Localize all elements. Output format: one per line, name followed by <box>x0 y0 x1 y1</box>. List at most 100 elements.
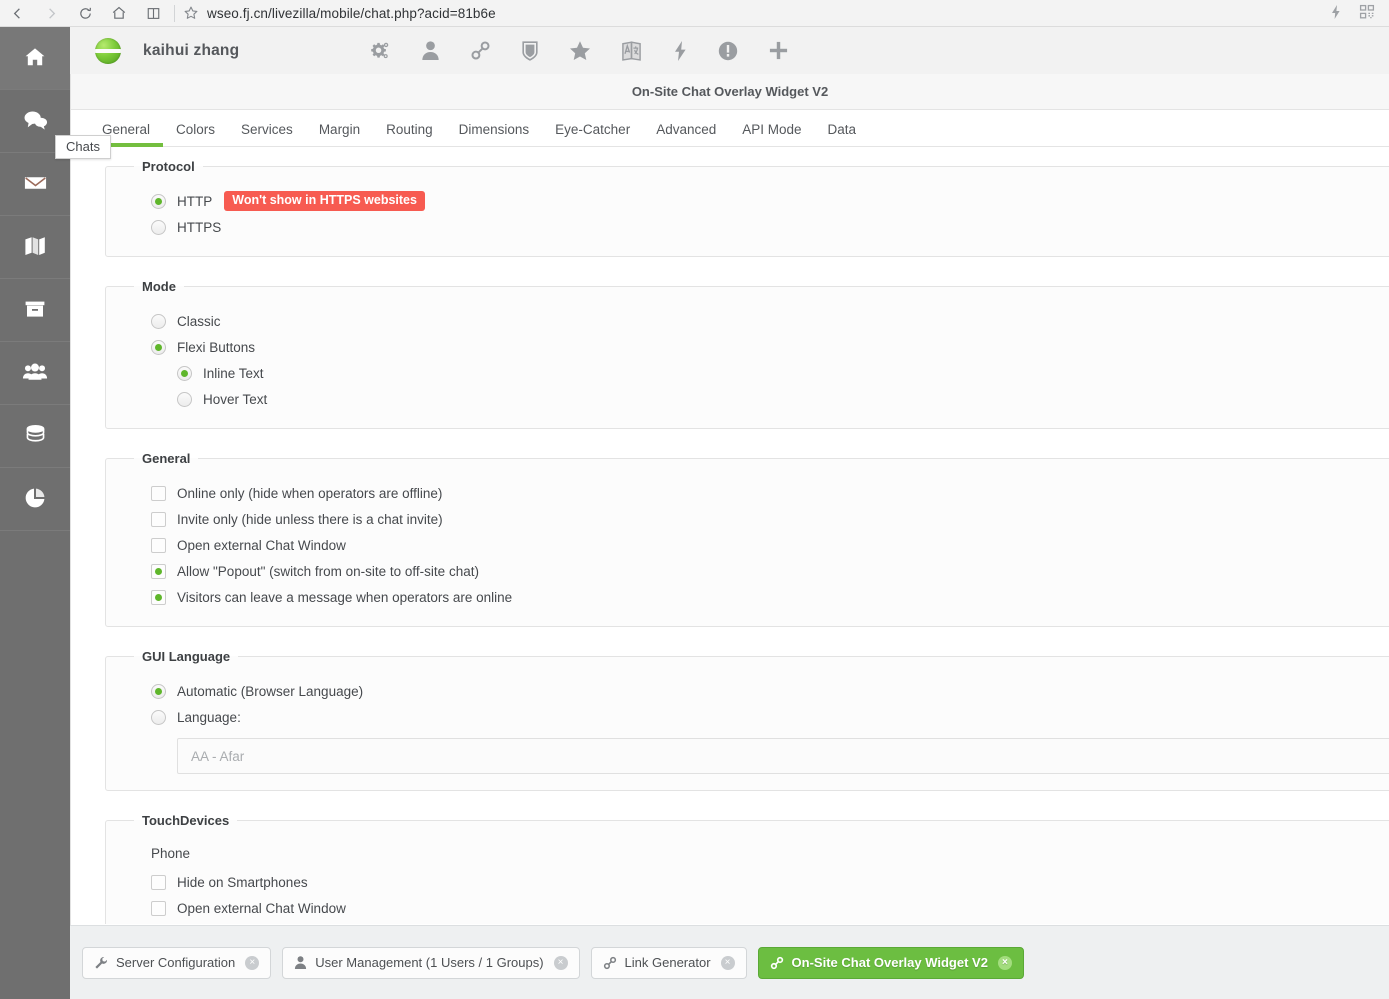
lightning-icon[interactable] <box>1329 4 1343 23</box>
settings-scroll-area[interactable]: Protocol HTTP Won't show in HTTPS websit… <box>71 147 1389 924</box>
checkbox-touch-open-external-chat-window[interactable] <box>151 900 166 916</box>
browser-reading-list-button[interactable] <box>136 0 170 27</box>
left-sidebar <box>0 27 70 999</box>
radio-classic[interactable] <box>151 313 166 329</box>
taskbar-item-label: Link Generator <box>624 955 711 970</box>
mode-option-hover-text-label: Hover Text <box>203 391 268 407</box>
protocol-option-https[interactable]: HTTPS <box>151 214 1389 240</box>
taskbar-close-icon[interactable]: × <box>720 955 735 970</box>
qr-code-icon[interactable] <box>1359 4 1375 23</box>
browser-forward-button[interactable] <box>34 0 68 27</box>
taskbar-close-icon[interactable]: × <box>997 955 1012 970</box>
content-panel: On-Site Chat Overlay Widget V2 General C… <box>70 74 1389 925</box>
settings-gears-icon[interactable] <box>369 40 391 62</box>
touch-option-hide-on-smartphones[interactable]: Hide on Smartphones <box>151 869 1389 895</box>
tab-routing[interactable]: Routing <box>373 122 446 147</box>
app-top-bar: kaihui zhang <box>70 27 1389 74</box>
tab-api-mode[interactable]: API Mode <box>729 122 814 147</box>
checkbox-hide-on-smartphones[interactable] <box>151 874 166 890</box>
general-fieldset: General Online only (hide when operators… <box>105 451 1389 627</box>
mode-option-classic[interactable]: Classic <box>151 308 1389 334</box>
tab-eye-catcher[interactable]: Eye-Catcher <box>542 122 643 147</box>
general-option-open-external-chat-window[interactable]: Open external Chat Window <box>151 532 1389 558</box>
sidebar-item-reports[interactable] <box>0 468 70 531</box>
toolbar-divider <box>174 4 175 22</box>
radio-manual-language[interactable] <box>151 709 166 725</box>
taskbar-item-link-generator[interactable]: Link Generator × <box>590 946 747 979</box>
general-option-open-external-chat-window-label: Open external Chat Window <box>177 537 346 553</box>
tabstrip: General Colors Services Margin Routing D… <box>71 110 1389 147</box>
radio-inline-text[interactable] <box>177 365 192 381</box>
general-option-leave-message[interactable]: Visitors can leave a message when operat… <box>151 584 1389 610</box>
pie-chart-icon <box>23 486 47 513</box>
protocol-legend: Protocol <box>142 159 195 174</box>
sidebar-item-visitors[interactable] <box>0 342 70 405</box>
checkbox-online-only[interactable] <box>151 485 166 501</box>
radio-http[interactable] <box>151 193 166 209</box>
radio-hover-text[interactable] <box>177 391 192 407</box>
sidebar-item-home[interactable] <box>0 27 70 90</box>
shield-icon[interactable] <box>521 40 539 62</box>
sidebar-item-archive[interactable] <box>0 279 70 342</box>
radio-flexi-buttons[interactable] <box>151 339 166 355</box>
touch-option-open-external-chat-window[interactable]: Open external Chat Window <box>151 895 1389 921</box>
mode-option-hover-text[interactable]: Hover Text <box>151 386 1389 412</box>
bookmark-star-icon[interactable] <box>183 5 199 21</box>
tab-services[interactable]: Services <box>228 122 306 147</box>
info-circle-icon[interactable] <box>718 41 738 61</box>
general-option-leave-message-label: Visitors can leave a message when operat… <box>177 589 513 605</box>
tab-colors[interactable]: Colors <box>163 122 228 147</box>
protocol-option-http[interactable]: HTTP Won't show in HTTPS websites <box>151 188 1389 214</box>
translate-icon[interactable] <box>621 40 642 62</box>
lightning-icon[interactable] <box>672 40 688 62</box>
radio-https[interactable] <box>151 219 166 235</box>
link-chain-icon[interactable] <box>470 40 491 61</box>
checkbox-invite-only[interactable] <box>151 511 166 527</box>
checkbox-open-external-chat-window[interactable] <box>151 537 166 553</box>
taskbar-close-icon[interactable]: × <box>553 955 568 970</box>
checkbox-leave-message[interactable] <box>151 589 166 605</box>
browser-right-icons <box>1329 4 1389 23</box>
taskbar-close-icon[interactable]: × <box>245 955 260 970</box>
language-select[interactable]: AA - Afar <box>177 738 1389 774</box>
tab-dimensions[interactable]: Dimensions <box>446 122 543 147</box>
sidebar-item-database[interactable] <box>0 405 70 468</box>
mode-option-inline-text[interactable]: Inline Text <box>151 360 1389 386</box>
tab-advanced[interactable]: Advanced <box>643 122 729 147</box>
touch-devices-fieldset: TouchDevices Phone Hide on Smartphones O… <box>105 813 1389 924</box>
https-warning-badge: Won't show in HTTPS websites <box>224 191 425 211</box>
database-icon <box>24 423 47 450</box>
user-icon[interactable] <box>421 40 440 61</box>
envelope-icon <box>23 171 48 198</box>
checkbox-allow-popout[interactable] <box>151 563 166 579</box>
gui-language-option-manual-label: Language: <box>177 709 241 725</box>
general-option-allow-popout[interactable]: Allow "Popout" (switch from on-site to o… <box>151 558 1389 584</box>
users-group-icon <box>22 360 48 387</box>
taskbar-item-on-site-chat-overlay-widget[interactable]: On-Site Chat Overlay Widget V2 × <box>757 946 1024 979</box>
wrench-icon <box>94 956 108 970</box>
gui-language-option-manual[interactable]: Language: <box>151 704 1389 730</box>
home-icon <box>23 45 47 72</box>
general-option-online-only[interactable]: Online only (hide when operators are off… <box>151 480 1389 506</box>
browser-back-button[interactable] <box>0 0 34 27</box>
sidebar-item-map[interactable] <box>0 216 70 279</box>
touch-option-hide-on-smartphones-label: Hide on Smartphones <box>177 874 308 890</box>
radio-automatic-language[interactable] <box>151 683 166 699</box>
mode-option-flexi-buttons[interactable]: Flexi Buttons <box>151 334 1389 360</box>
gui-language-option-automatic-label: Automatic (Browser Language) <box>177 683 364 699</box>
taskbar-item-user-management[interactable]: User Management (1 Users / 1 Groups) × <box>282 946 580 979</box>
general-option-invite-only[interactable]: Invite only (hide unless there is a chat… <box>151 506 1389 532</box>
plus-icon[interactable] <box>768 40 789 61</box>
mode-option-flexi-buttons-label: Flexi Buttons <box>177 339 256 355</box>
taskbar-item-server-configuration[interactable]: Server Configuration × <box>82 946 272 979</box>
link-chain-icon <box>603 956 617 970</box>
sidebar-item-mail[interactable] <box>0 153 70 216</box>
browser-home-button[interactable] <box>102 0 136 27</box>
browser-reload-button[interactable] <box>68 0 102 27</box>
tab-margin[interactable]: Margin <box>306 122 373 147</box>
star-icon[interactable] <box>569 40 591 61</box>
sidebar-filler <box>0 531 70 999</box>
tab-data[interactable]: Data <box>815 122 870 147</box>
gui-language-option-automatic[interactable]: Automatic (Browser Language) <box>151 678 1389 704</box>
address-bar-url[interactable]: wseo.fj.cn/livezilla/mobile/chat.php?aci… <box>207 6 496 21</box>
